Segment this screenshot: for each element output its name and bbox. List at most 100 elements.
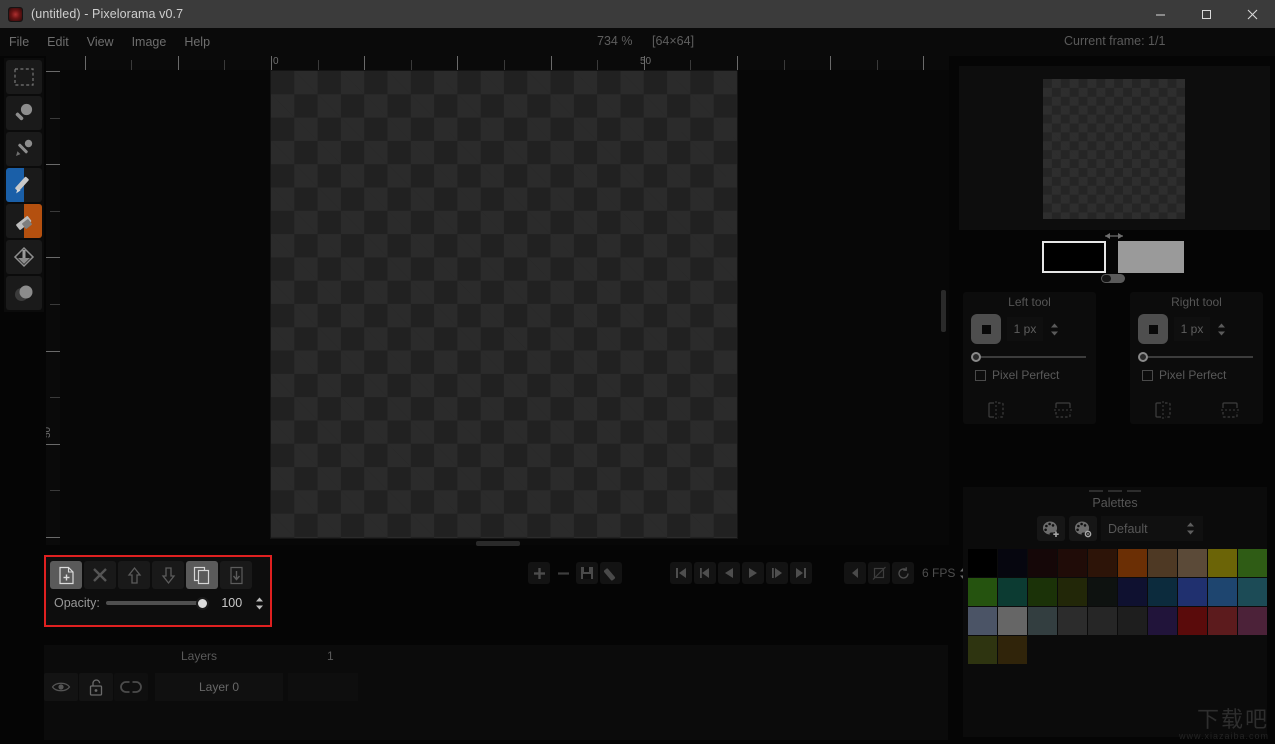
palette-swatch[interactable] <box>1118 549 1147 577</box>
rectangle-select-tool[interactable] <box>6 60 42 94</box>
layer-link-icon[interactable] <box>114 673 148 701</box>
close-button[interactable] <box>1229 0 1275 28</box>
menu-help[interactable]: Help <box>175 28 219 56</box>
clone-layer-button[interactable] <box>186 561 218 589</box>
edit-palette-icon[interactable] <box>1069 516 1097 541</box>
right-mirror-horizontal-icon[interactable] <box>1153 400 1173 423</box>
palette-swatch[interactable] <box>1148 578 1177 606</box>
drawing-canvas[interactable] <box>270 70 738 539</box>
palette-swatch[interactable] <box>968 578 997 606</box>
palette-swatch[interactable] <box>1238 549 1267 577</box>
menu-edit[interactable]: Edit <box>38 28 78 56</box>
left-pixel-perfect-row[interactable]: Pixel Perfect <box>963 362 1096 382</box>
left-pixel-perfect-checkbox[interactable] <box>975 369 986 381</box>
left-mirror-horizontal-icon[interactable] <box>986 400 1006 423</box>
palette-swatch[interactable] <box>1208 549 1237 577</box>
palette-swatch[interactable] <box>998 578 1027 606</box>
palette-swatch[interactable] <box>1028 549 1057 577</box>
table-row[interactable]: Layer 0 <box>44 673 358 701</box>
right-brush-size-slider[interactable] <box>1138 352 1253 362</box>
onion-skinning-past-button[interactable] <box>844 562 866 584</box>
layer-unlocked-icon[interactable] <box>79 673 113 701</box>
pencil-tool[interactable] <box>6 168 42 202</box>
maximize-button[interactable] <box>1183 0 1229 28</box>
first-frame-button[interactable] <box>670 562 692 584</box>
palette-swatch[interactable] <box>1178 607 1207 635</box>
left-color-swatch[interactable] <box>1042 241 1106 273</box>
palette-select[interactable]: Default <box>1101 516 1203 541</box>
palette-swatch[interactable] <box>998 636 1027 664</box>
right-pixel-perfect-row[interactable]: Pixel Perfect <box>1130 362 1263 382</box>
palette-swatch[interactable] <box>1238 578 1267 606</box>
palette-swatch[interactable] <box>1148 607 1177 635</box>
palette-swatch[interactable] <box>1118 578 1147 606</box>
palette-swatch[interactable] <box>998 549 1027 577</box>
left-mirror-vertical-icon[interactable] <box>1053 400 1073 423</box>
menu-view[interactable]: View <box>78 28 123 56</box>
right-brush-size-spinner[interactable] <box>1216 323 1227 336</box>
next-frame-button[interactable] <box>766 562 788 584</box>
left-brush-preview[interactable] <box>971 314 1001 344</box>
palette-swatch[interactable] <box>1208 578 1237 606</box>
minimize-button[interactable] <box>1137 0 1183 28</box>
right-brush-preview[interactable] <box>1138 314 1168 344</box>
previous-frame-button[interactable] <box>694 562 716 584</box>
palette-swatch[interactable] <box>1148 549 1177 577</box>
move-layer-up-button[interactable] <box>118 561 150 589</box>
horizontal-scrollbar[interactable] <box>476 541 520 546</box>
play-backwards-button[interactable] <box>718 562 740 584</box>
color-picker-tool[interactable] <box>6 132 42 166</box>
remove-layer-button[interactable] <box>84 561 116 589</box>
palette-swatch-grid[interactable] <box>963 541 1267 664</box>
palette-swatch[interactable] <box>1088 549 1117 577</box>
opacity-spinner[interactable] <box>254 597 264 610</box>
palette-swatch[interactable] <box>968 636 997 664</box>
right-color-swatch[interactable] <box>1118 241 1184 273</box>
vertical-scrollbar[interactable] <box>941 290 946 332</box>
palette-swatch[interactable] <box>1028 578 1057 606</box>
right-brush-size[interactable]: 1 px <box>1174 317 1210 341</box>
remove-frame-button[interactable] <box>552 562 574 584</box>
opacity-value[interactable]: 100 <box>215 596 248 610</box>
palette-swatch[interactable] <box>1058 607 1087 635</box>
layer-name-label[interactable]: Layer 0 <box>155 673 283 701</box>
color-swatch-toggle[interactable] <box>1101 274 1125 283</box>
loop-animation-button[interactable] <box>892 562 914 584</box>
left-brush-size-slider[interactable] <box>971 352 1086 362</box>
last-frame-button[interactable] <box>790 562 812 584</box>
palette-swatch[interactable] <box>1208 607 1237 635</box>
menu-image[interactable]: Image <box>123 28 176 56</box>
move-layer-down-button[interactable] <box>152 561 184 589</box>
layer-frame-cell[interactable] <box>288 673 358 701</box>
opacity-knob[interactable] <box>196 596 210 610</box>
palette-swatch[interactable] <box>1028 607 1057 635</box>
opacity-slider[interactable] <box>105 595 210 611</box>
add-layer-button[interactable] <box>50 561 82 589</box>
palette-swatch[interactable] <box>1118 607 1147 635</box>
copy-frame-button[interactable] <box>576 562 598 584</box>
right-slider-knob[interactable] <box>1138 352 1148 362</box>
palette-swatch[interactable] <box>1058 578 1087 606</box>
palette-swatch[interactable] <box>1088 607 1117 635</box>
palette-swatch[interactable] <box>998 607 1027 635</box>
menu-file[interactable]: File <box>0 28 38 56</box>
left-slider-knob[interactable] <box>971 352 981 362</box>
eraser-tool[interactable] <box>6 204 42 238</box>
frame-tag-button[interactable] <box>600 562 622 584</box>
palette-swatch[interactable] <box>1088 578 1117 606</box>
layer-visible-icon[interactable] <box>44 673 78 701</box>
palette-swatch[interactable] <box>1058 549 1087 577</box>
add-palette-icon[interactable] <box>1037 516 1065 541</box>
left-brush-size-spinner[interactable] <box>1049 323 1060 336</box>
right-mirror-vertical-icon[interactable] <box>1220 400 1240 423</box>
merge-down-layer-button[interactable] <box>220 561 252 589</box>
palette-swatch[interactable] <box>1178 549 1207 577</box>
palette-select-arrow-icon[interactable] <box>1185 522 1196 535</box>
right-pixel-perfect-checkbox[interactable] <box>1142 369 1153 381</box>
play-forward-button[interactable] <box>742 562 764 584</box>
palette-swatch[interactable] <box>968 549 997 577</box>
add-frame-button[interactable] <box>528 562 550 584</box>
palette-swatch[interactable] <box>1178 578 1207 606</box>
onion-skinning-button[interactable] <box>868 562 890 584</box>
palette-swatch[interactable] <box>968 607 997 635</box>
